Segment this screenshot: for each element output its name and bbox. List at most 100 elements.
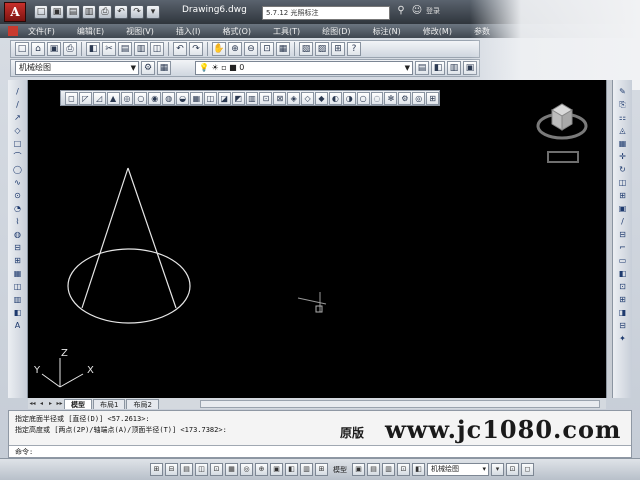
standard-tool-icon[interactable]: ⊞ xyxy=(331,42,345,56)
modify-tool-icon[interactable]: ⊡ xyxy=(616,281,630,293)
modeling-tool-icon[interactable]: ◆ xyxy=(315,91,328,105)
menu-item[interactable]: 标注(N) xyxy=(373,26,401,37)
menu-item[interactable]: 视图(V) xyxy=(126,26,154,37)
user-icon[interactable]: ☺ xyxy=(411,5,423,17)
search-input[interactable]: 5.7.12 光照标注 xyxy=(262,6,390,20)
modify-tool-icon[interactable]: ◫ xyxy=(616,177,630,189)
standard-tool-icon[interactable]: ⊡ xyxy=(260,42,274,56)
menu-item[interactable]: 编辑(E) xyxy=(77,26,104,37)
status-toggle-icon[interactable]: ◫ xyxy=(195,463,208,476)
quick-access-button-icon[interactable]: ▣ xyxy=(50,5,64,19)
layer-previous-icon[interactable]: ◧ xyxy=(431,61,445,75)
workspace-switch-select[interactable]: 机械绘图 ▾ xyxy=(427,463,489,476)
modify-tool-icon[interactable]: ✎ xyxy=(616,86,630,98)
modify-tool-icon[interactable]: ◧ xyxy=(616,268,630,280)
layer-state-icon[interactable]: ▤ xyxy=(415,61,429,75)
draw-tool-icon[interactable]: ▥ xyxy=(11,294,25,306)
status-toggle-icon[interactable]: ▥ xyxy=(300,463,313,476)
status-toggle-icon[interactable]: ◎ xyxy=(240,463,253,476)
drawing-canvas[interactable]: Z Y X xyxy=(28,80,606,398)
tab-nav-arrow-icon[interactable]: ▸ xyxy=(46,399,55,409)
modeling-tool-icon[interactable]: ◪ xyxy=(217,91,231,105)
status-tail-icon[interactable]: ⊡ xyxy=(506,463,519,476)
settings-icon[interactable]: ⚙ xyxy=(141,61,155,75)
draw-tool-icon[interactable]: ◇ xyxy=(11,125,25,137)
modeling-tool-icon[interactable]: ⚙ xyxy=(398,91,412,105)
workspace-select[interactable]: 机械绘图 ▼ xyxy=(15,61,139,75)
status-toggle-icon[interactable]: ▦ xyxy=(225,463,238,476)
modeling-tool-icon[interactable]: ◩ xyxy=(231,91,245,105)
status-tool-icon[interactable]: ▥ xyxy=(382,463,395,476)
status-tool-icon[interactable]: ⊡ xyxy=(397,463,410,476)
modify-tool-icon[interactable]: ✦ xyxy=(616,333,630,345)
standard-tool-icon[interactable]: ▧ xyxy=(299,42,313,56)
standard-tool-icon[interactable]: ◧ xyxy=(86,42,100,56)
modify-tool-icon[interactable]: ⌐ xyxy=(616,242,630,254)
standard-tool-icon[interactable]: ◫ xyxy=(150,42,164,56)
modify-tool-icon[interactable]: ⊟ xyxy=(616,229,630,241)
tab-layout[interactable]: 模型 xyxy=(64,399,92,409)
draw-tool-icon[interactable]: ⌒ xyxy=(11,151,25,163)
command-input[interactable]: 命令: xyxy=(9,445,631,457)
draw-tool-icon[interactable]: ∕ xyxy=(11,99,25,111)
tab-nav-arrow-icon[interactable]: ◂◂ xyxy=(28,399,37,409)
modeling-tool-icon[interactable]: ▦ xyxy=(190,91,203,105)
status-tail-icon[interactable]: ◻ xyxy=(521,463,534,476)
quick-access-button-icon[interactable]: ▾ xyxy=(146,5,160,19)
modeling-tool-icon[interactable]: ▲ xyxy=(106,91,120,105)
menu-item[interactable]: 格式(O) xyxy=(222,26,251,37)
draw-tool-icon[interactable]: ⊙ xyxy=(11,190,25,202)
status-toggle-icon[interactable]: ▤ xyxy=(180,463,193,476)
modify-tool-icon[interactable]: ✛ xyxy=(616,151,630,163)
status-toggle-icon[interactable]: ⊡ xyxy=(210,463,223,476)
modeling-tool-icon[interactable]: ◻ xyxy=(65,91,78,105)
draw-tool-icon[interactable]: ◔ xyxy=(11,203,25,215)
modify-tool-icon[interactable]: ⊟ xyxy=(616,320,630,332)
modify-tool-icon[interactable]: ▭ xyxy=(616,255,630,267)
sign-in-label[interactable]: 登录 xyxy=(426,6,440,16)
layer-iso-icon[interactable]: ▥ xyxy=(447,61,461,75)
status-toggle-icon[interactable]: ⊟ xyxy=(165,463,178,476)
draw-tool-icon[interactable]: ◫ xyxy=(11,281,25,293)
standard-tool-icon[interactable]: ↶ xyxy=(173,42,187,56)
standard-tool-icon[interactable]: ↷ xyxy=(189,42,203,56)
quick-access-button-icon[interactable]: ▥ xyxy=(82,5,96,19)
menu-app-icon[interactable] xyxy=(8,26,18,36)
quick-access-button-icon[interactable]: ↷ xyxy=(130,5,144,19)
modeling-tool-icon[interactable]: ◎ xyxy=(412,91,426,105)
draw-tool-icon[interactable]: ◯ xyxy=(11,164,25,176)
menu-item[interactable]: 修改(M) xyxy=(423,26,452,37)
quick-access-button-icon[interactable]: ⎙ xyxy=(98,5,112,19)
app-logo-icon[interactable]: A xyxy=(4,2,26,22)
standard-tool-icon[interactable]: ▨ xyxy=(315,42,329,56)
modify-tool-icon[interactable]: ⊞ xyxy=(616,294,630,306)
standard-tool-icon[interactable]: □ xyxy=(15,42,29,56)
modeling-tool-icon[interactable]: ▥ xyxy=(245,91,259,105)
modeling-tool-icon[interactable]: ⊞ xyxy=(426,91,440,105)
draw-tool-icon[interactable]: ⊟ xyxy=(11,242,25,254)
modeling-tool-icon[interactable]: ⊡ xyxy=(259,91,273,105)
draw-tool-icon[interactable]: ▦ xyxy=(11,268,25,280)
standard-tool-icon[interactable]: ▦ xyxy=(276,42,290,56)
draw-tool-icon[interactable]: ⊞ xyxy=(11,255,25,267)
modeling-tool-icon[interactable]: ◈ xyxy=(287,91,301,105)
tab-nav-arrow-icon[interactable]: ◂ xyxy=(37,399,46,409)
modeling-tool-icon[interactable]: ◸ xyxy=(78,91,92,105)
modify-tool-icon[interactable]: ⚏ xyxy=(616,112,630,124)
modeling-tool-icon[interactable]: ◿ xyxy=(92,91,106,105)
modeling-tool-icon[interactable]: ◑ xyxy=(342,91,356,105)
status-toggle-icon[interactable]: ▣ xyxy=(270,463,283,476)
modify-tool-icon[interactable]: ◬ xyxy=(616,125,630,137)
modeling-tool-icon[interactable]: ◌ xyxy=(370,91,384,105)
horizontal-scrollbar[interactable] xyxy=(199,400,600,408)
quick-access-button-icon[interactable]: □ xyxy=(34,5,48,19)
menu-item[interactable]: 插入(I) xyxy=(176,26,201,37)
draw-tool-icon[interactable]: □ xyxy=(11,138,25,150)
quick-access-button-icon[interactable]: ↶ xyxy=(114,5,128,19)
status-toggle-icon[interactable]: ⊞ xyxy=(150,463,163,476)
binoculars-icon[interactable]: ⚲ xyxy=(395,5,407,17)
menu-item[interactable]: 工具(T) xyxy=(273,26,300,37)
modify-tool-icon[interactable]: ⎘ xyxy=(616,99,630,111)
tab-nav-arrow-icon[interactable]: ▸▸ xyxy=(55,399,64,409)
modeling-tool-icon[interactable]: ○ xyxy=(134,91,148,105)
